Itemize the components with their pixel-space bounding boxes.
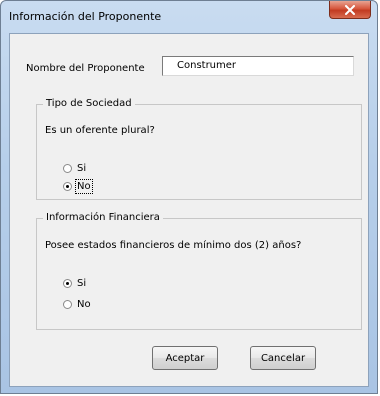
radio-si-label: Si — [77, 163, 87, 174]
accept-button[interactable]: Aceptar — [152, 346, 218, 370]
cancel-button[interactable]: Cancelar — [250, 346, 316, 370]
plural-radio-si[interactable]: Si — [63, 163, 86, 174]
fin-radio-si-label: Si — [77, 278, 87, 289]
close-button[interactable] — [329, 1, 371, 19]
info-financiera-group: Información Financiera Posee estados fin… — [36, 212, 362, 330]
radio-no-indicator — [63, 182, 72, 191]
tipo-sociedad-title: Tipo de Sociedad — [43, 98, 135, 109]
title-bar[interactable]: Información del Proponente — [1, 1, 377, 33]
fin-radio-no-indicator — [63, 300, 72, 309]
financial-question: Posee estados financieros de mínimo dos … — [45, 240, 302, 251]
plural-question: Es un oferente plural? — [45, 125, 155, 136]
proponent-name-label: Nombre del Proponente — [26, 63, 145, 74]
proponent-name-value: Construmer — [177, 60, 237, 71]
tipo-sociedad-group: Tipo de Sociedad Es un oferente plural? … — [36, 98, 362, 200]
proponent-name-input[interactable]: Construmer — [162, 56, 354, 76]
financial-radio-si[interactable]: Si — [63, 278, 86, 289]
financial-radio-no[interactable]: No — [63, 299, 91, 310]
radio-no-label: No — [75, 179, 93, 194]
info-financiera-title: Información Financiera — [43, 212, 163, 223]
radio-si-indicator — [63, 164, 72, 173]
dialog-body: Nombre del Proponente Construmer Tipo de… — [9, 33, 369, 387]
fin-radio-no-label: No — [77, 299, 91, 310]
fin-radio-si-indicator — [63, 279, 72, 288]
window-title: Información del Proponente — [9, 10, 162, 23]
dialog-window: Información del Proponente Nombre del Pr… — [0, 0, 378, 394]
plural-radio-no[interactable]: No — [63, 179, 93, 194]
close-icon — [345, 4, 355, 15]
